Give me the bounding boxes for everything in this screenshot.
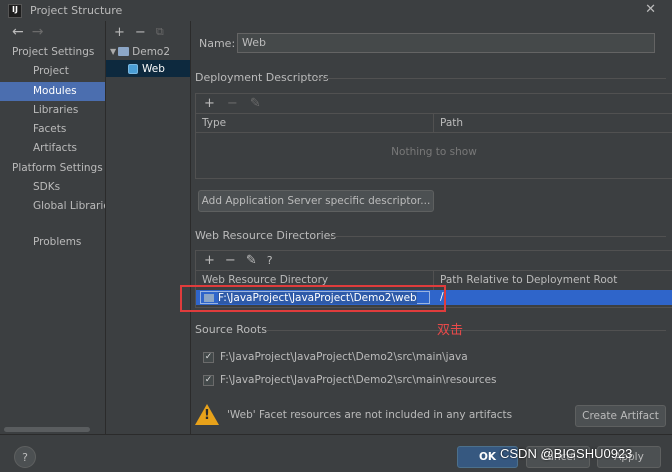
module-folder-icon bbox=[118, 47, 130, 56]
module-tree-panel: + − ⧉ ▼ Demo2 Web bbox=[105, 21, 191, 434]
source-root-item[interactable]: ✓ F:\JavaProject\JavaProject\Demo2\src\m… bbox=[203, 374, 497, 386]
sidebar-item-artifacts[interactable]: Artifacts bbox=[0, 139, 105, 158]
add-web-resource-icon[interactable]: + bbox=[204, 253, 215, 268]
copy-module-icon: ⧉ bbox=[155, 25, 164, 38]
tree-node-demo2[interactable]: ▼ Demo2 bbox=[106, 43, 190, 60]
warning-row: ! 'Web' Facet resources are not included… bbox=[195, 404, 512, 425]
sidebar-item-sdks[interactable]: SDKs bbox=[0, 178, 105, 197]
create-artifact-button[interactable]: Create Artifact bbox=[575, 405, 666, 427]
deployment-descriptors-title: Deployment Descriptors bbox=[195, 71, 329, 84]
tree-node-label: Demo2 bbox=[132, 45, 171, 58]
double-click-annotation: 双击 bbox=[437, 323, 464, 338]
help-button[interactable]: ? bbox=[14, 446, 36, 468]
web-facet-icon bbox=[128, 63, 138, 74]
web-resource-directories-title: Web Resource Directories bbox=[195, 229, 337, 242]
section-divider bbox=[316, 78, 666, 79]
source-root-item[interactable]: ✓ F:\JavaProject\JavaProject\Demo2\src\m… bbox=[203, 351, 468, 363]
source-root-path: F:\JavaProject\JavaProject\Demo2\src\mai… bbox=[220, 351, 468, 363]
edit-web-resource-icon[interactable]: ✎ bbox=[246, 253, 257, 268]
sidebar-item-facets[interactable]: Facets bbox=[0, 120, 105, 139]
settings-sidebar: ← → Project Settings Project Modules Lib… bbox=[0, 21, 105, 434]
source-roots-title: Source Roots bbox=[195, 323, 267, 336]
highlight-box bbox=[180, 285, 446, 312]
tree-toolbar: + − ⧉ bbox=[106, 21, 190, 43]
remove-web-resource-icon[interactable]: − bbox=[225, 253, 236, 268]
close-icon[interactable]: ✕ bbox=[645, 2, 656, 17]
name-label: Name: bbox=[199, 36, 236, 50]
add-descriptor-icon[interactable]: + bbox=[204, 96, 215, 111]
remove-module-icon[interactable]: − bbox=[135, 25, 146, 40]
expand-triangle-icon[interactable]: ▼ bbox=[110, 47, 116, 56]
intellij-app-icon: IJ bbox=[8, 3, 22, 18]
facet-settings-panel: Name: Web Deployment Descriptors + − ✎ T… bbox=[192, 21, 672, 434]
section-divider bbox=[266, 330, 666, 331]
descriptors-header: Type Path bbox=[196, 114, 672, 133]
name-row: Name: Web bbox=[199, 33, 655, 53]
title-bar: IJ Project Structure ✕ bbox=[0, 0, 672, 21]
sidebar-item-global-libraries[interactable]: Global Libraries bbox=[0, 197, 105, 216]
section-divider bbox=[329, 236, 666, 237]
forward-arrow-icon: → bbox=[31, 24, 44, 40]
back-arrow-icon[interactable]: ← bbox=[12, 24, 24, 40]
column-path-relative[interactable]: Path Relative to Deployment Root bbox=[434, 271, 672, 290]
descriptors-toolbar: + − ✎ bbox=[196, 94, 672, 114]
tree-node-label: Web bbox=[142, 62, 165, 75]
window-title: Project Structure bbox=[30, 4, 123, 17]
csdn-watermark: CSDN @BIGSHU0923 bbox=[500, 446, 633, 461]
add-server-descriptor-button[interactable]: Add Application Server specific descript… bbox=[198, 190, 434, 212]
nav-arrows: ← → bbox=[0, 21, 105, 43]
deployment-descriptors-table: + − ✎ Type Path Nothing to show bbox=[195, 93, 672, 179]
edit-descriptor-icon: ✎ bbox=[249, 96, 261, 111]
sidebar-scrollbar[interactable] bbox=[4, 427, 90, 432]
sidebar-item-libraries[interactable]: Libraries bbox=[0, 101, 105, 120]
name-input[interactable]: Web bbox=[237, 33, 655, 53]
sidebar-item-modules[interactable]: Modules bbox=[0, 81, 105, 101]
source-root-path: F:\JavaProject\JavaProject\Demo2\src\mai… bbox=[220, 374, 497, 386]
remove-descriptor-icon: − bbox=[226, 96, 238, 111]
warning-triangle-icon: ! bbox=[195, 404, 219, 425]
sidebar-item-project[interactable]: Project bbox=[0, 62, 105, 81]
column-type[interactable]: Type bbox=[196, 114, 434, 132]
web-resource-toolbar: + − ✎ ? bbox=[196, 251, 672, 271]
warning-text: 'Web' Facet resources are not included i… bbox=[227, 408, 513, 421]
add-module-icon[interactable]: + bbox=[114, 25, 125, 40]
empty-table-text: Nothing to show bbox=[391, 146, 477, 158]
help-icon[interactable]: ? bbox=[267, 254, 273, 267]
project-settings-header: Project Settings bbox=[12, 46, 95, 58]
sidebar-item-problems[interactable]: Problems bbox=[0, 233, 105, 252]
checkbox-checked-icon[interactable]: ✓ bbox=[203, 351, 214, 363]
tree-node-web[interactable]: Web bbox=[106, 60, 190, 77]
platform-settings-header: Platform Settings bbox=[12, 161, 103, 174]
column-path[interactable]: Path bbox=[434, 114, 672, 132]
checkbox-checked-icon[interactable]: ✓ bbox=[203, 374, 214, 386]
